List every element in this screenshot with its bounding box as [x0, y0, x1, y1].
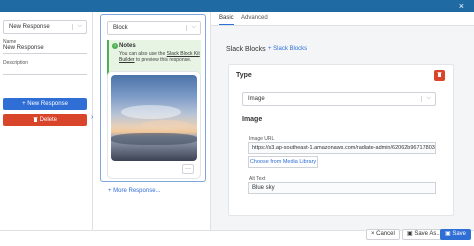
more-response-label: More Response... — [113, 188, 161, 194]
notes-text-suffix: to preview this response. — [134, 57, 192, 63]
save-label: Save — [452, 231, 467, 237]
select-separator — [186, 25, 187, 31]
sky-image — [111, 75, 197, 161]
plus-icon: + — [22, 101, 26, 107]
chevron-down-icon: ⌵ — [77, 23, 82, 30]
slack-blocks-heading: Slack Blocks — [226, 46, 266, 53]
cancel-label: Cancel — [376, 231, 395, 237]
chevron-down-icon: ⌵ — [426, 95, 431, 102]
collapse-handle-icon[interactable]: › — [91, 112, 97, 124]
save-as-label: Save As... — [414, 231, 442, 237]
notes-text: You can also use the Slack Block Kit Bui… — [119, 51, 201, 63]
left-pane: New Response ⌵ Name New Response Descrip… — [0, 12, 92, 230]
select-separator — [72, 24, 73, 30]
close-icon[interactable]: × — [459, 0, 464, 12]
block-card: Block ⌵ ? Notes You can also use the Sla… — [100, 14, 206, 182]
question-icon: ? — [112, 43, 118, 49]
new-response-label: New Response — [27, 101, 68, 107]
trash-icon — [437, 72, 442, 77]
type-heading: Type — [236, 72, 252, 79]
choose-media-button[interactable]: Choose from Media Library — [248, 156, 318, 168]
card-menu-button[interactable]: ··· — [182, 164, 194, 174]
select-separator — [421, 96, 422, 102]
response-select-value: New Response — [9, 24, 50, 30]
add-slack-block-label: Slack Blocks — [273, 46, 308, 52]
tab-bar: Basic Advanced — [211, 12, 474, 26]
description-field[interactable] — [3, 66, 87, 75]
image-preview-card: ··· — [107, 71, 201, 179]
response-select[interactable]: New Response ⌵ — [3, 20, 87, 34]
more-response-link[interactable]: + More Response... — [108, 188, 161, 194]
cancel-button[interactable]: × Cancel — [366, 229, 400, 240]
delete-block-button[interactable] — [434, 70, 445, 81]
type-select[interactable]: Image ⌵ — [242, 92, 436, 106]
alt-text-input[interactable]: Blue sky — [248, 182, 436, 194]
name-field[interactable]: New Response — [3, 45, 87, 54]
tab-basic[interactable]: Basic — [219, 15, 234, 25]
image-section-title: Image — [242, 116, 263, 123]
tab-advanced[interactable]: Advanced — [241, 15, 268, 21]
image-url-input[interactable]: https://s3.ap-southeast-1.amazonaws.com/… — [248, 142, 436, 154]
notes-title: Notes — [119, 43, 136, 49]
trash-icon — [33, 117, 38, 122]
block-select-value: Block — [113, 25, 128, 31]
name-field-value: New Response — [3, 45, 44, 51]
block-select[interactable]: Block ⌵ — [107, 21, 201, 35]
add-slack-block-link[interactable]: + Slack Blocks — [268, 46, 307, 52]
delete-button[interactable]: Delete — [3, 114, 87, 126]
chevron-down-icon: ⌵ — [191, 24, 196, 31]
top-bar: × — [0, 0, 474, 12]
new-response-button[interactable]: + New Response — [3, 98, 87, 110]
save-button[interactable]: ▣ Save — [440, 229, 472, 240]
delete-label: Delete — [39, 117, 57, 123]
type-select-value: Image — [248, 96, 265, 102]
